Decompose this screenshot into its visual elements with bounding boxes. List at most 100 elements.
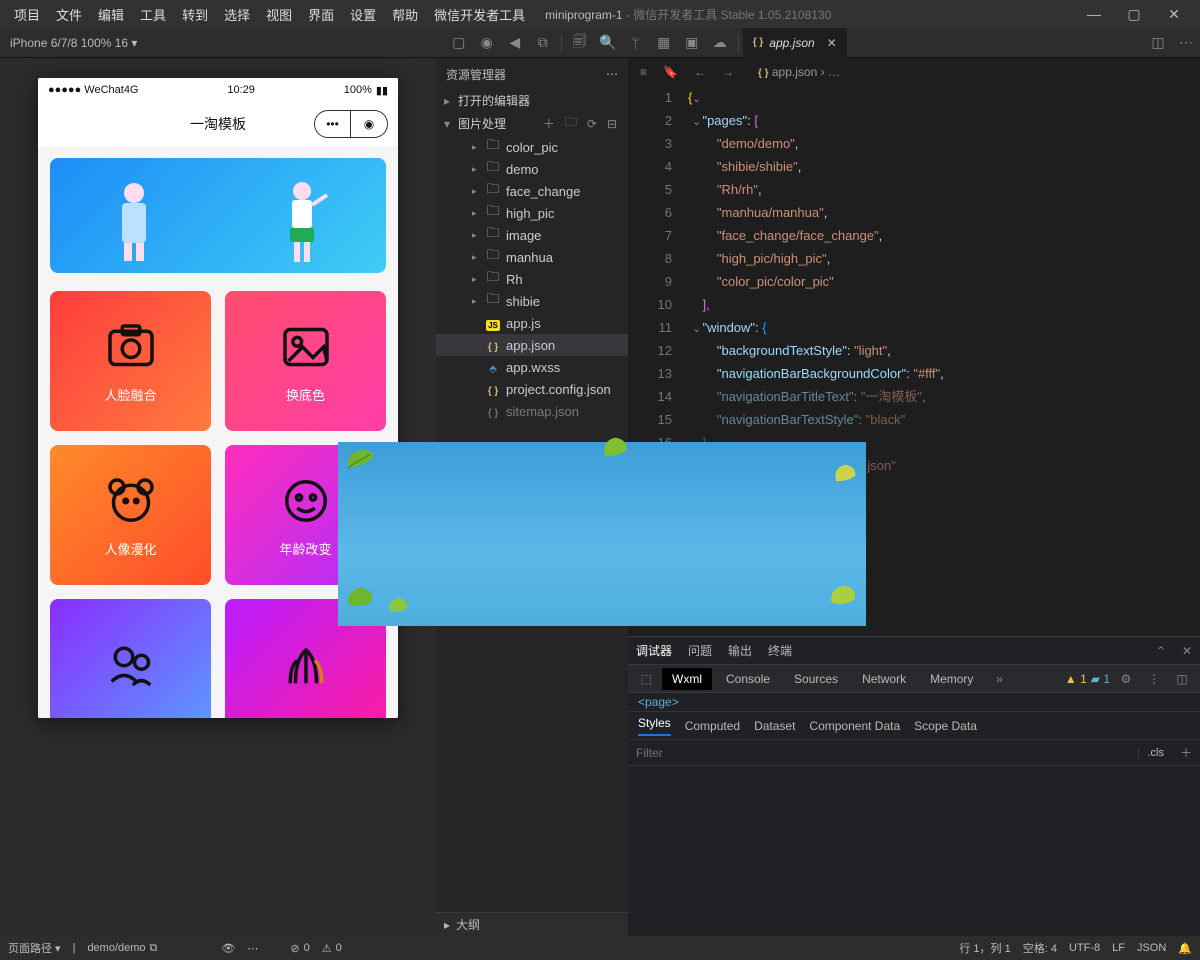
subtab-network[interactable]: Network (852, 668, 916, 690)
styles-tab[interactable]: Styles (638, 716, 671, 736)
split-editor-icon[interactable]: ◫ (1144, 34, 1172, 51)
capsule-close-icon[interactable]: ◉ (351, 111, 387, 137)
code-editor[interactable]: 123456789101112131415161718 { "pages": [… (628, 86, 1200, 636)
folder-shibie[interactable]: ▸🗀shibie (436, 290, 628, 312)
menu-goto[interactable]: 转到 (174, 5, 216, 24)
explorer-more-icon[interactable]: ⋯ (606, 67, 618, 81)
subtab-more-icon[interactable]: » (987, 672, 1011, 686)
devtools-collapse-icon[interactable]: ⌃ (1156, 644, 1166, 658)
file-app-wxss[interactable]: ⬘app.wxss (436, 356, 628, 378)
file-project-config-json[interactable]: { }project.config.json (436, 378, 628, 400)
capsule-button[interactable]: ••• ◉ (314, 110, 388, 138)
maximize-button[interactable]: ▢ (1114, 6, 1154, 23)
subtab-console[interactable]: Console (716, 668, 780, 690)
devtools-tab-debugger[interactable]: 调试器 (636, 642, 672, 659)
devtools-settings-icon[interactable]: ⚙ (1114, 672, 1138, 686)
record-icon[interactable]: ◉ (473, 34, 501, 51)
style-filter-input[interactable] (628, 746, 1138, 760)
search-icon[interactable]: 🔍 (594, 34, 622, 51)
folder-face_change[interactable]: ▸🗀face_change (436, 180, 628, 202)
nav-forward-icon[interactable]: → (718, 65, 738, 79)
preview-icon[interactable]: 👁 (221, 942, 235, 955)
subtab-memory[interactable]: Memory (920, 668, 983, 690)
subtab-sources[interactable]: Sources (784, 668, 848, 690)
git-icon[interactable]: ᛘ (622, 35, 650, 51)
menu-tools[interactable]: 工具 (132, 5, 174, 24)
more-status-icon[interactable]: ⋯ (247, 942, 258, 955)
menu-view[interactable]: 视图 (258, 5, 300, 24)
page-path-label[interactable]: 页面路径 ▾ (8, 940, 61, 956)
copy-icon[interactable]: ⧉ (150, 942, 158, 955)
subtab-wxml[interactable]: Wxml (662, 668, 712, 690)
menu-select[interactable]: 选择 (216, 5, 258, 24)
new-file-icon[interactable]: ＋ (540, 115, 558, 132)
encoding[interactable]: UTF-8 (1069, 942, 1100, 954)
explorer-icon[interactable]: 🗐 (566, 31, 594, 55)
editor-tab-app-json[interactable]: { } app.json ✕ (743, 28, 847, 58)
folder-image[interactable]: ▸🗀image (436, 224, 628, 246)
menu-interface[interactable]: 界面 (300, 5, 342, 24)
banner-image[interactable] (50, 158, 386, 273)
devtools-menu-icon[interactable]: ⋮ (1142, 672, 1166, 686)
card-change-bg[interactable]: 换底色 (225, 291, 386, 431)
folder-manhua[interactable]: ▸🗀manhua (436, 246, 628, 268)
project-section[interactable]: ▾图片处理 ＋ 🗀 ⟳ ⊟ (436, 111, 628, 136)
folder-Rh[interactable]: ▸🗀Rh (436, 268, 628, 290)
devtools-dock-icon[interactable]: ◫ (1170, 672, 1194, 686)
bookmark-icon[interactable]: 🔖 (659, 65, 682, 79)
bell-icon[interactable]: 🔔 (1178, 942, 1192, 955)
eol[interactable]: LF (1112, 942, 1125, 954)
devtools-tab-problems[interactable]: 问题 (688, 642, 712, 659)
device-selector[interactable]: iPhone 6/7/8 100% 16 ▾ (0, 36, 147, 50)
inspect-icon[interactable]: ⬚ (634, 672, 658, 686)
menu-project[interactable]: 项目 (6, 5, 48, 24)
cloud-icon[interactable]: ☁ (706, 34, 734, 51)
add-style-icon[interactable]: ＋ (1172, 744, 1200, 761)
file-app-json[interactable]: { }app.json (436, 334, 628, 356)
refresh-icon[interactable]: ⟳ (584, 117, 600, 131)
outline-section[interactable]: ▸大纲 (436, 912, 628, 936)
card-cartoonize[interactable]: 人像漫化 (50, 445, 211, 585)
close-tab-icon[interactable]: ✕ (827, 36, 837, 50)
menu-edit[interactable]: 编辑 (90, 5, 132, 24)
folder-demo[interactable]: ▸🗀demo (436, 158, 628, 180)
open-editors-section[interactable]: ▸打开的编辑器 (436, 90, 628, 111)
menu-file[interactable]: 文件 (48, 5, 90, 24)
phone-content[interactable]: 人脸融合 换底色 人像漫化 年龄改变 (38, 146, 398, 718)
breadcrumb-file[interactable]: app.json (772, 65, 817, 79)
debug-icon[interactable]: ▣ (678, 34, 706, 51)
devtools-close-icon[interactable]: ✕ (1182, 644, 1192, 658)
more-icon[interactable]: ⋯ (1172, 34, 1200, 51)
capsule-menu-icon[interactable]: ••• (315, 111, 351, 137)
extensions-icon[interactable]: ▦ (650, 34, 678, 51)
menu-help[interactable]: 帮助 (384, 5, 426, 24)
info-badge[interactable]: ▰ 1 (1091, 672, 1110, 686)
minimize-button[interactable]: — (1074, 6, 1114, 22)
folder-color_pic[interactable]: ▸🗀color_pic (436, 136, 628, 158)
card-5[interactable] (50, 599, 211, 718)
mute-icon[interactable]: ◀ (501, 34, 529, 51)
card-face-fusion[interactable]: 人脸融合 (50, 291, 211, 431)
wxml-page-tag[interactable]: <page> (628, 693, 1200, 712)
menu-settings[interactable]: 设置 (342, 5, 384, 24)
menu-wechat-devtools[interactable]: 微信开发者工具 (426, 5, 533, 24)
devtools-tab-terminal[interactable]: 终端 (768, 642, 792, 659)
rotate-icon[interactable]: ▢ (445, 34, 473, 51)
devtools-tab-output[interactable]: 输出 (728, 642, 752, 659)
cursor-position[interactable]: 行 1，列 1 (959, 940, 1010, 956)
language-mode[interactable]: JSON (1137, 942, 1166, 954)
close-button[interactable]: ✕ (1154, 6, 1194, 23)
component-data-tab[interactable]: Component Data (809, 719, 900, 733)
dataset-tab[interactable]: Dataset (754, 719, 795, 733)
scope-data-tab[interactable]: Scope Data (914, 719, 977, 733)
folder-high_pic[interactable]: ▸🗀high_pic (436, 202, 628, 224)
file-app-js[interactable]: JSapp.js (436, 312, 628, 334)
nav-back-icon[interactable]: ← (690, 65, 710, 79)
detach-icon[interactable]: ⧉ (529, 34, 557, 51)
warning-badge[interactable]: ▲ 1 (1065, 672, 1087, 686)
indent-setting[interactable]: 空格: 4 (1023, 940, 1057, 956)
computed-tab[interactable]: Computed (685, 719, 740, 733)
list-icon[interactable]: ≡ (636, 65, 651, 79)
file-sitemap-json[interactable]: { }sitemap.json (436, 400, 628, 422)
collapse-icon[interactable]: ⊟ (604, 117, 620, 131)
